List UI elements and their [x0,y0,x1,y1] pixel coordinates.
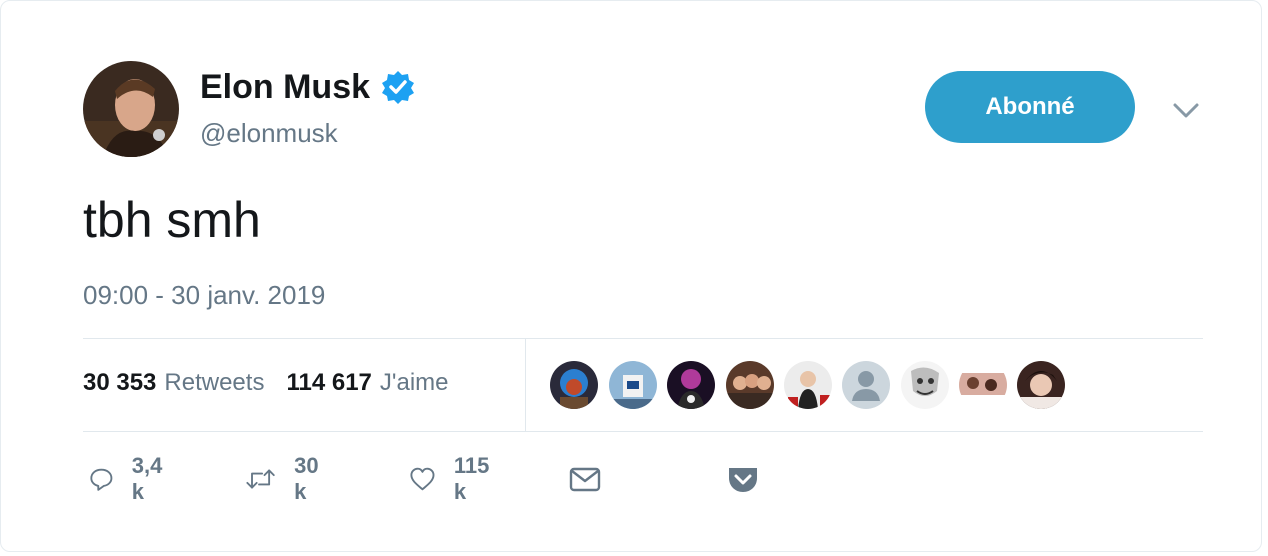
liker-avatar[interactable] [842,361,890,409]
tweet-timestamp[interactable]: 09:00 - 30 janv. 2019 [83,277,325,313]
liker-avatar[interactable] [901,361,949,409]
likes-count: 114 617 [286,369,372,396]
direct-message-button[interactable] [568,459,602,499]
divider [83,338,1203,339]
heart-icon [410,467,435,491]
liker-avatar[interactable] [726,361,774,409]
retweets-stat[interactable]: 30 353 Retweets [83,365,264,401]
pocket-button[interactable] [726,459,760,499]
chevron-down-icon[interactable] [1169,95,1203,125]
tweet-text: tbh smh [83,192,261,248]
retweets-count: 30 353 [83,369,157,396]
retweet-button[interactable]: 30 k [245,453,327,504]
following-button[interactable]: Abonné [925,71,1135,143]
retweet-count: 30 k [294,453,319,504]
likes-label: J'aime [379,369,449,396]
liker-avatar[interactable] [1017,361,1065,409]
liker-avatar[interactable] [667,361,715,409]
user-handle[interactable]: @elonmusk [200,115,338,151]
envelope-icon [569,467,601,492]
user-name-row: Elon Musk [200,65,416,109]
like-count: 115 k [453,453,490,504]
liker-avatar[interactable] [784,361,832,409]
pocket-icon [729,468,757,492]
divider [83,431,1203,432]
liker-avatar[interactable] [959,361,1007,409]
retweets-label: Retweets [164,369,265,396]
tweet-card: Elon Musk @elonmusk Abonné tbh smh 09:00… [0,0,1262,552]
reply-button[interactable]: 3,4 k [89,453,170,504]
liker-avatar[interactable] [550,361,598,409]
reply-count: 3,4 k [131,453,163,504]
engagement-stats: 30 353 Retweets 114 617 J'aime [83,365,449,401]
like-button[interactable]: 115 k [409,453,497,504]
vertical-divider [525,339,526,431]
reply-icon [90,468,113,491]
verified-badge-icon [380,69,416,105]
likes-stat[interactable]: 114 617 J'aime [286,365,448,401]
retweet-icon [246,469,275,489]
user-name[interactable]: Elon Musk [200,65,370,109]
liker-avatar[interactable] [609,361,657,409]
avatar[interactable] [83,61,179,157]
